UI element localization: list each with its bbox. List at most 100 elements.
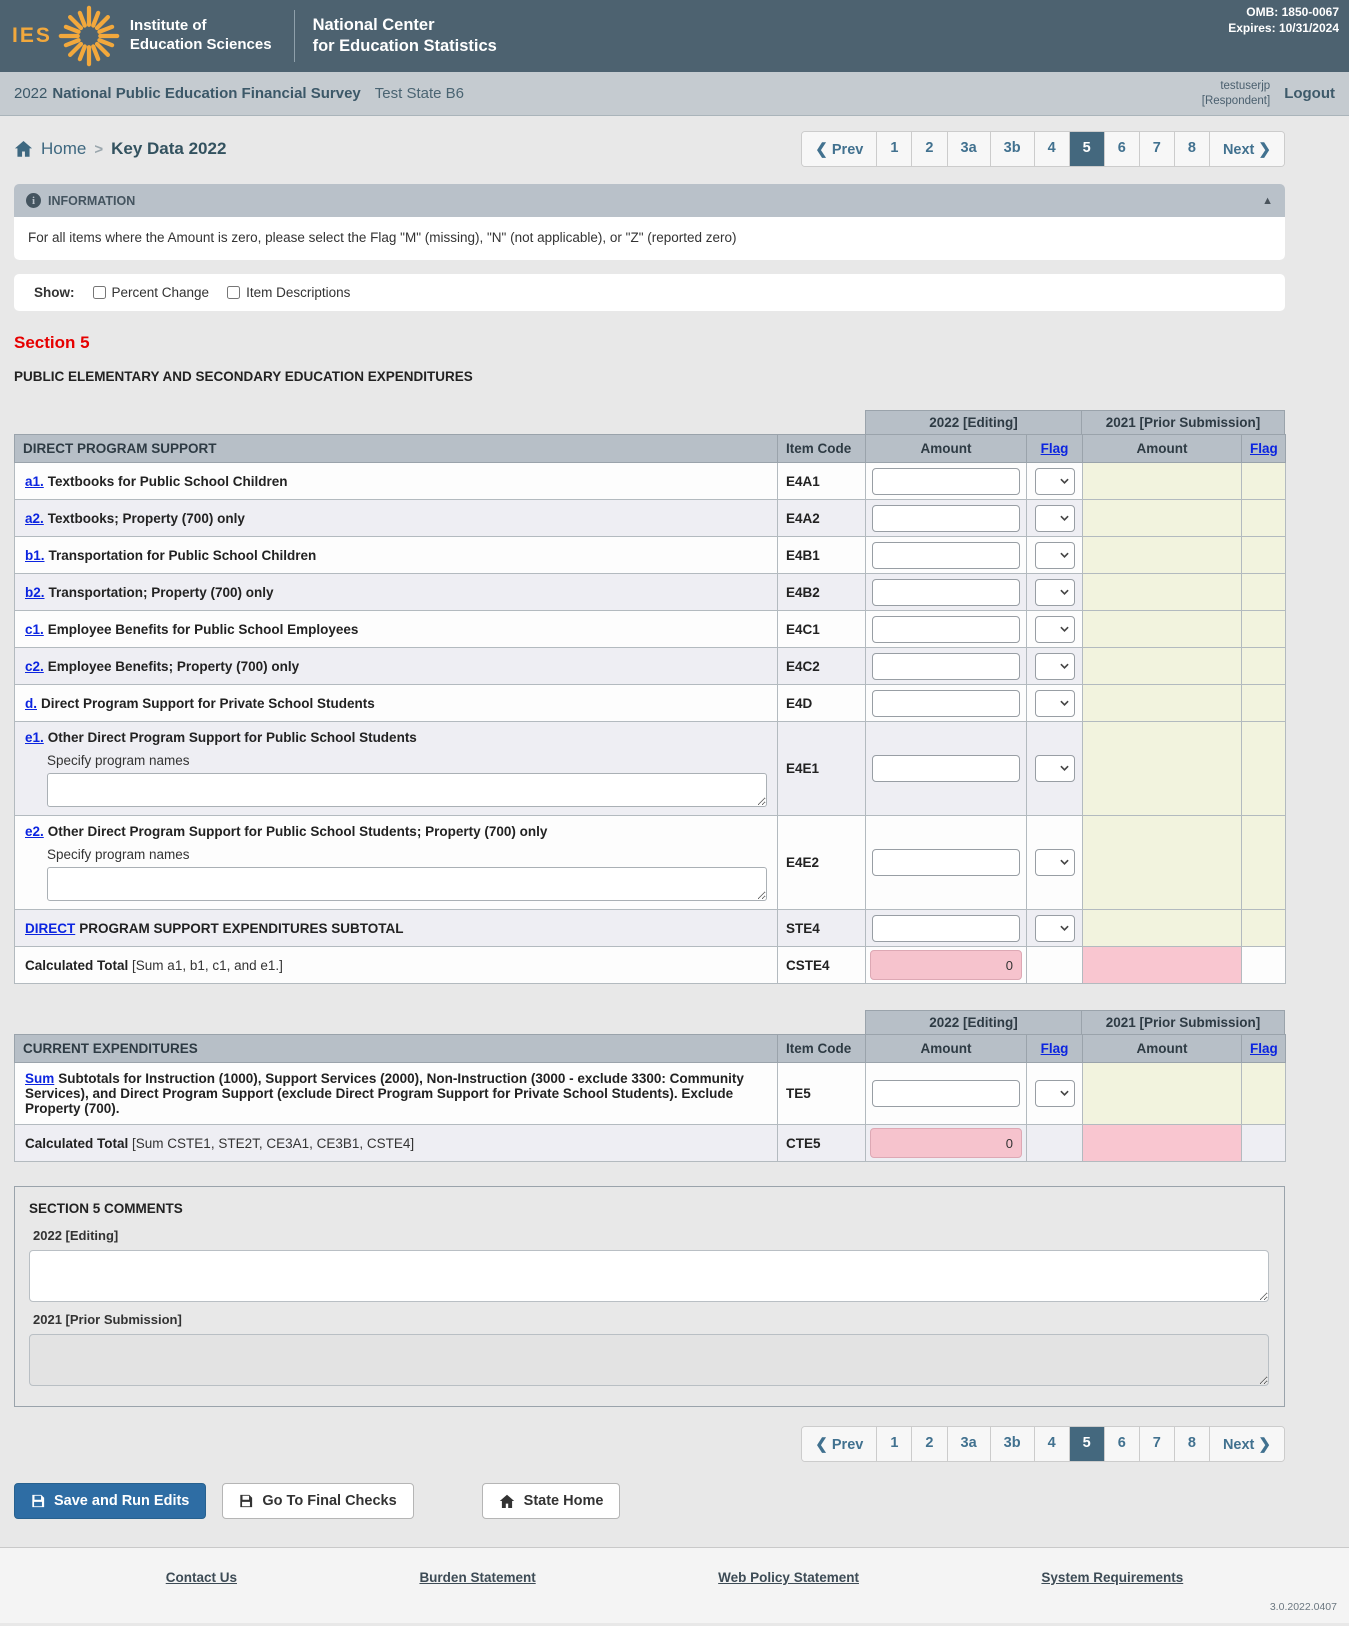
amount-input-e4a1[interactable] — [872, 468, 1020, 495]
web-policy-statement-link[interactable]: Web Policy Statement — [718, 1570, 859, 1585]
flag-header-link-2021[interactable]: Flag — [1250, 441, 1278, 456]
page-button-3b[interactable]: 3b — [990, 1427, 1034, 1461]
item-link-a1[interactable]: a1. — [25, 474, 44, 489]
amount-input-e4c2[interactable] — [872, 653, 1020, 680]
flag-select-e4e1[interactable] — [1035, 755, 1075, 782]
page-button-7[interactable]: 7 — [1139, 1427, 1174, 1461]
page-button-6[interactable]: 6 — [1104, 132, 1139, 166]
flag-select-e4b1[interactable] — [1035, 542, 1075, 569]
system-requirements-link[interactable]: System Requirements — [1041, 1570, 1183, 1585]
survey-titlebar: 2022 National Public Education Financial… — [0, 72, 1349, 116]
item-link-c1[interactable]: c1. — [25, 622, 44, 637]
table1-title: DIRECT PROGRAM SUPPORT — [15, 435, 778, 463]
survey-year: 2022 — [14, 85, 47, 102]
prior-flag-cell — [1242, 722, 1286, 816]
burden-statement-link[interactable]: Burden Statement — [419, 1570, 535, 1585]
prior-amount-cell — [1083, 1063, 1242, 1125]
show-label: Show: — [34, 285, 75, 300]
comments-2022-label: 2022 [Editing] — [33, 1228, 1270, 1243]
breadcrumb-current-page: Key Data 2022 — [111, 139, 226, 159]
percent-change-option[interactable]: Percent Change — [93, 285, 210, 300]
amount-input-e4b2[interactable] — [872, 579, 1020, 606]
program-names-textarea-e4e1[interactable] — [47, 773, 767, 807]
page-button-2[interactable]: 2 — [911, 1427, 946, 1461]
item-link-b1[interactable]: b1. — [25, 548, 45, 563]
table-row-cte5: Calculated Total [Sum CSTE1, STE2T, CE3A… — [15, 1125, 1286, 1162]
home-icon[interactable] — [14, 140, 33, 158]
save-and-run-edits-button[interactable]: Save and Run Edits — [14, 1483, 206, 1519]
page-button-4[interactable]: 4 — [1034, 1427, 1069, 1461]
item-link-c2[interactable]: c2. — [25, 659, 44, 674]
item-link-a2[interactable]: a2. — [25, 511, 44, 526]
page-button-1[interactable]: 1 — [876, 1427, 911, 1461]
collapse-icon[interactable]: ▲ — [1262, 195, 1273, 207]
item-link-sum[interactable]: Sum — [25, 1071, 54, 1086]
flag-select-e4c2[interactable] — [1035, 653, 1075, 680]
prev-page-button[interactable]: ❮ Prev — [802, 1427, 876, 1461]
flag-select-e4b2[interactable] — [1035, 579, 1075, 606]
comments-2022-textarea[interactable] — [29, 1250, 1269, 1302]
chevron-right-icon: ❯ — [1258, 1436, 1271, 1453]
flag-header-link-2021[interactable]: Flag — [1250, 1041, 1278, 1056]
table-row-e4c2: c2.Employee Benefits; Property (700) onl… — [15, 648, 1286, 685]
page-button-8[interactable]: 8 — [1174, 1427, 1209, 1461]
flag-select-e4a2[interactable] — [1035, 505, 1075, 532]
prior-calculated-cell — [1083, 947, 1242, 984]
program-names-textarea-e4e2[interactable] — [47, 867, 767, 901]
page-button-3a[interactable]: 3a — [947, 132, 990, 166]
breadcrumb-home-link[interactable]: Home — [41, 139, 86, 159]
logout-button[interactable]: Logout — [1284, 85, 1335, 102]
item-descriptions-checkbox[interactable] — [227, 286, 240, 299]
page-button-5-active[interactable]: 5 — [1069, 132, 1104, 166]
page-button-3b[interactable]: 3b — [990, 132, 1034, 166]
flag-select-te5[interactable] — [1035, 1080, 1075, 1107]
information-panel-header[interactable]: i INFORMATION ▲ — [14, 184, 1285, 217]
item-descriptions-option[interactable]: Item Descriptions — [227, 285, 350, 300]
banner-divider — [294, 10, 295, 62]
item-link-direct[interactable]: DIRECT — [25, 921, 75, 936]
go-to-final-checks-button[interactable]: Go To Final Checks — [222, 1483, 413, 1519]
table2-year-groups: 2022 [Editing] 2021 [Prior Submission] — [865, 1010, 1285, 1034]
page-button-6[interactable]: 6 — [1104, 1427, 1139, 1461]
item-link-e2[interactable]: e2. — [25, 824, 44, 839]
page-button-7[interactable]: 7 — [1139, 132, 1174, 166]
page-button-2[interactable]: 2 — [911, 132, 946, 166]
page-button-1[interactable]: 1 — [876, 132, 911, 166]
specify-program-names-label: Specify program names — [47, 847, 767, 862]
flag-select-e4d[interactable] — [1035, 690, 1075, 717]
amount-input-e4c1[interactable] — [872, 616, 1020, 643]
state-home-button[interactable]: State Home — [482, 1483, 621, 1519]
prior-flag-cell — [1242, 648, 1286, 685]
calculated-total-cte5 — [870, 1128, 1022, 1158]
amount-input-e4a2[interactable] — [872, 505, 1020, 532]
item-link-e1[interactable]: e1. — [25, 730, 44, 745]
amount-input-e4b1[interactable] — [872, 542, 1020, 569]
prev-page-button[interactable]: ❮ Prev — [802, 132, 876, 166]
ies-logo-text: IES — [12, 24, 52, 48]
page-button-4[interactable]: 4 — [1034, 132, 1069, 166]
page-button-8[interactable]: 8 — [1174, 132, 1209, 166]
user-role: [Respondent] — [1202, 94, 1270, 109]
item-link-b2[interactable]: b2. — [25, 585, 45, 600]
amount-input-te5[interactable] — [872, 1080, 1020, 1107]
flag-select-e4a1[interactable] — [1035, 468, 1075, 495]
next-page-button[interactable]: Next ❯ — [1209, 132, 1284, 166]
contact-us-link[interactable]: Contact Us — [166, 1570, 237, 1585]
amount-input-e4e2[interactable] — [872, 849, 1020, 876]
flag-header-link-2022[interactable]: Flag — [1041, 1041, 1069, 1056]
item-code-header: Item Code — [778, 1035, 866, 1063]
flag-select-ste4[interactable] — [1035, 915, 1075, 942]
flag-header-link-2022[interactable]: Flag — [1041, 441, 1069, 456]
breadcrumb: Home > Key Data 2022 — [14, 139, 226, 159]
amount-input-e4e1[interactable] — [872, 755, 1020, 782]
amount-input-ste4[interactable] — [872, 915, 1020, 942]
page-button-3a[interactable]: 3a — [947, 1427, 990, 1461]
percent-change-checkbox[interactable] — [93, 286, 106, 299]
item-link-d[interactable]: d. — [25, 696, 37, 711]
amount-input-e4d[interactable] — [872, 690, 1020, 717]
prior-amount-cell — [1083, 574, 1242, 611]
page-button-5-active[interactable]: 5 — [1069, 1427, 1104, 1461]
next-page-button[interactable]: Next ❯ — [1209, 1427, 1284, 1461]
flag-select-e4c1[interactable] — [1035, 616, 1075, 643]
flag-select-e4e2[interactable] — [1035, 849, 1075, 876]
